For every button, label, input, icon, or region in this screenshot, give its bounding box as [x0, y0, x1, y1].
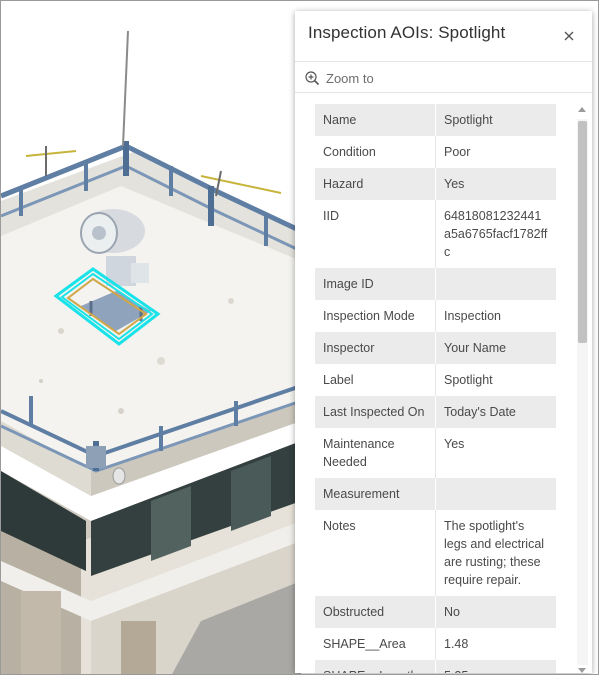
attribute-value: 64818081232441a5a6765facf1782ffc [435, 200, 556, 268]
zoom-to-button[interactable]: Zoom to [304, 68, 374, 88]
scroll-down-arrow-icon[interactable] [578, 668, 586, 673]
attribute-value: The spotlight's legs and electrical are … [435, 510, 556, 596]
attribute-row: Label Spotlight [315, 364, 556, 396]
attribute-name: Label [315, 364, 436, 396]
attribute-name: Name [315, 104, 436, 136]
attribute-name: Maintenance Needed [315, 428, 436, 478]
attribute-value: No [435, 596, 556, 628]
close-icon [564, 31, 574, 41]
attribute-value: Inspection [435, 300, 556, 332]
attribute-name: IID [315, 200, 436, 268]
attribute-row: SHAPE__Area 1.48 [315, 628, 556, 660]
attribute-value: 1.48 [435, 628, 556, 660]
attribute-table: Name Spotlight Condition Poor Hazard Yes IID 64… [315, 104, 556, 673]
feature-popup: Inspection AOIs: Spotlight Zoom to Name … [295, 11, 592, 673]
map-view-frame: Inspection AOIs: Spotlight Zoom to Name … [0, 0, 599, 675]
popup-content[interactable]: Name Spotlight Condition Poor Hazard Yes IID 64… [295, 93, 592, 673]
attribute-value: Poor [435, 136, 556, 168]
attribute-row: IID 64818081232441a5a6765facf1782ffc [315, 200, 556, 268]
attribute-name: Image ID [315, 268, 436, 300]
attribute-value: Your Name [435, 332, 556, 364]
scroll-up-arrow-icon[interactable] [578, 107, 586, 112]
attribute-row: Obstructed No [315, 596, 556, 628]
attribute-value: Spotlight [435, 364, 556, 396]
attribute-name: SHAPE__Area [315, 628, 436, 660]
scroll-thumb[interactable] [578, 121, 587, 343]
attribute-name: Last Inspected On [315, 396, 436, 428]
attribute-row: Maintenance Needed Yes [315, 428, 556, 478]
attribute-row: Hazard Yes [315, 168, 556, 200]
zoom-to-label: Zoom to [326, 70, 374, 86]
popup-header: Inspection AOIs: Spotlight [295, 11, 592, 59]
attribute-name: Condition [315, 136, 436, 168]
popup-title: Inspection AOIs: Spotlight [308, 23, 506, 42]
attribute-value [435, 268, 556, 300]
attribute-name: Notes [315, 510, 436, 596]
attribute-value [435, 478, 556, 510]
attribute-value: Yes [435, 428, 556, 478]
attribute-row: Image ID [315, 268, 556, 300]
attribute-value: 5.25 [435, 660, 556, 673]
attribute-row: Inspector Your Name [315, 332, 556, 364]
attribute-name: Obstructed [315, 596, 436, 628]
attribute-name: Measurement [315, 478, 436, 510]
attribute-row: Last Inspected On Today's Date [315, 396, 556, 428]
close-button[interactable] [558, 25, 580, 47]
attribute-name: Inspector [315, 332, 436, 364]
attribute-row: Notes The spotlight's legs and electrical… [315, 510, 556, 596]
popup-actions-bar: Zoom to [295, 61, 592, 93]
attribute-value: Today's Date [435, 396, 556, 428]
attribute-name: SHAPE__Length [315, 660, 436, 673]
attribute-row: Condition Poor [315, 136, 556, 168]
attribute-name: Hazard [315, 168, 436, 200]
popup-scrollbar[interactable] [576, 107, 589, 673]
attribute-value: Yes [435, 168, 556, 200]
attribute-row: Name Spotlight [315, 104, 556, 136]
attribute-row: Inspection Mode Inspection [315, 300, 556, 332]
attribute-name: Inspection Mode [315, 300, 436, 332]
zoom-in-icon [305, 71, 320, 86]
attribute-row: Measurement [315, 478, 556, 510]
attribute-row: SHAPE__Length5.25 [315, 660, 556, 673]
attribute-value: Spotlight [435, 104, 556, 136]
